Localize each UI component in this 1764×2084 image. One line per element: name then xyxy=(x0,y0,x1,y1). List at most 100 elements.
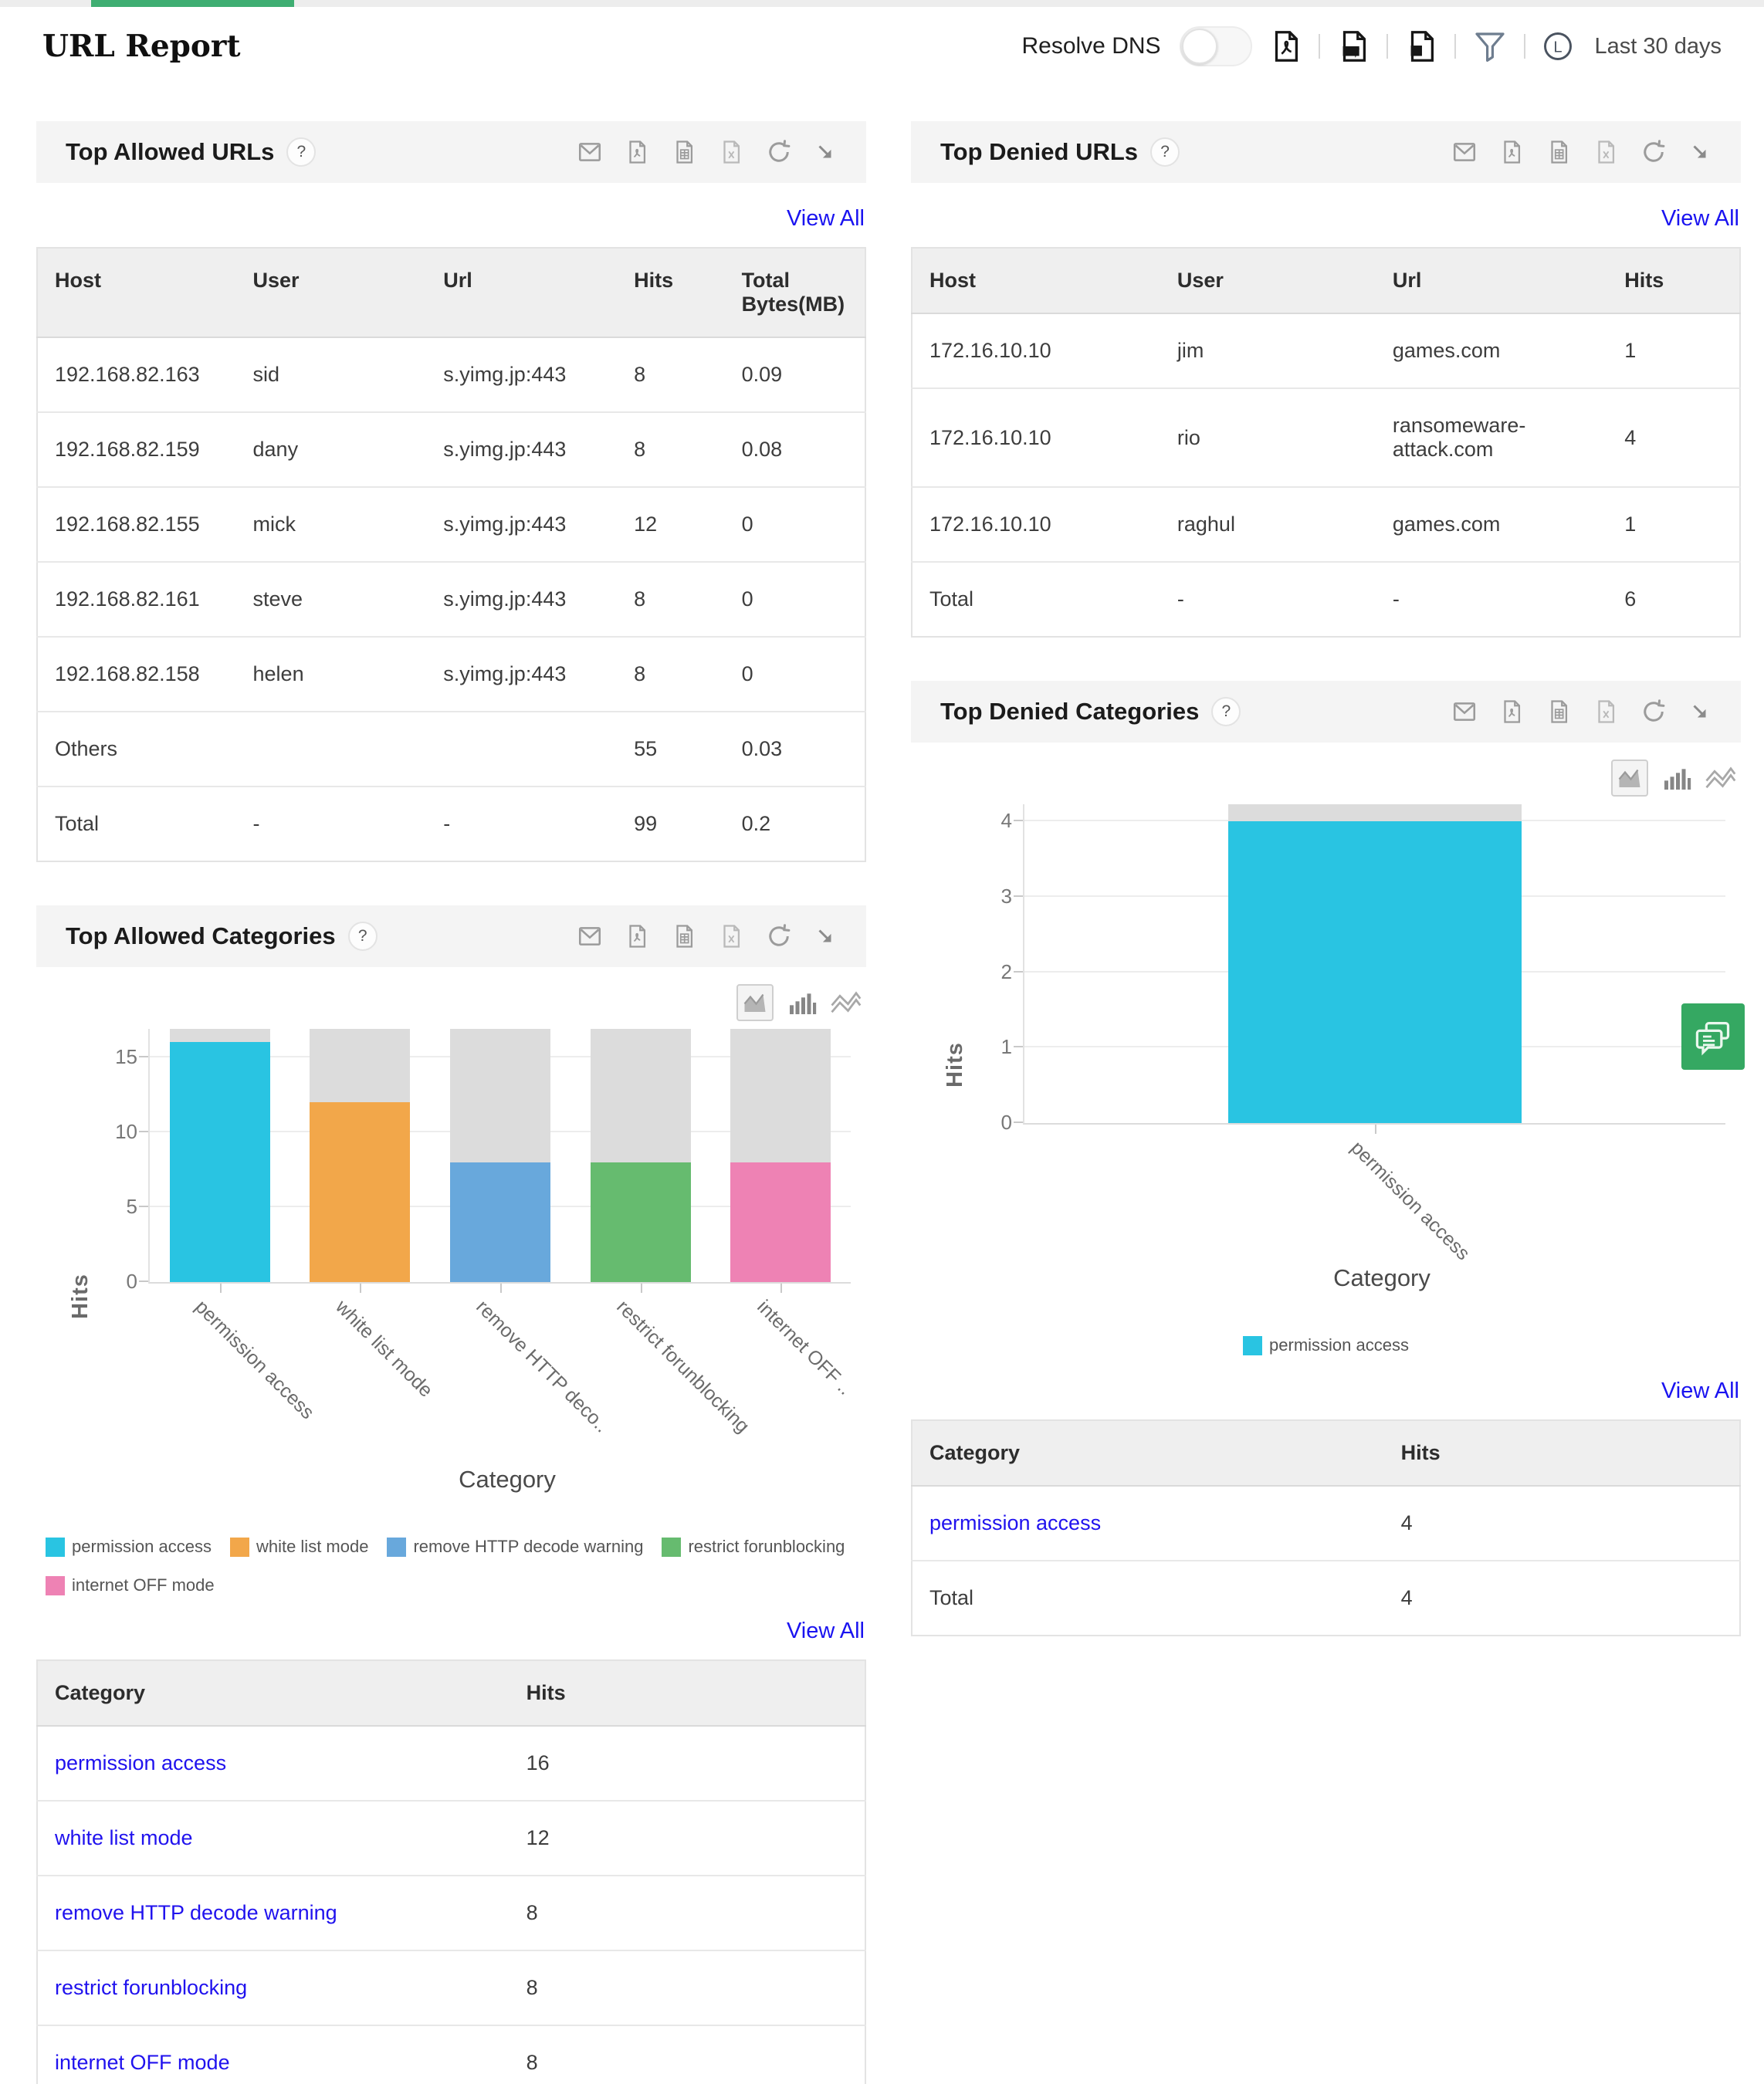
pdf-icon[interactable] xyxy=(1498,699,1525,725)
area-chart-icon[interactable] xyxy=(736,984,774,1021)
view-all-link[interactable]: View All xyxy=(36,1619,865,1644)
excel-icon[interactable] xyxy=(718,923,744,949)
x-axis-title: Category xyxy=(148,1466,866,1494)
help-icon[interactable]: ? xyxy=(1150,137,1180,167)
table-cell xyxy=(236,712,427,787)
pdf-icon[interactable] xyxy=(624,139,650,165)
panel-top-denied-urls: Top Denied URLs ? View All HostUserUrlHi… xyxy=(911,121,1741,638)
table-cell: 0.03 xyxy=(725,712,865,787)
y-tick-label: 1 xyxy=(980,1035,1012,1059)
legend-item[interactable]: permission access xyxy=(46,1537,212,1557)
allowed-categories-chart: Hits051015permission accesswhite list mo… xyxy=(36,1029,866,1595)
sheet-icon[interactable] xyxy=(1546,699,1572,725)
table-cell: games.com xyxy=(1376,487,1607,562)
category-link[interactable]: permission access xyxy=(55,1751,226,1774)
view-all-link[interactable]: View All xyxy=(911,1379,1739,1404)
table-cell: sid xyxy=(236,337,427,412)
legend-item[interactable]: permission access xyxy=(1243,1335,1409,1355)
view-all-link[interactable]: View All xyxy=(36,206,865,232)
filter-icon[interactable] xyxy=(1471,28,1508,65)
email-icon[interactable] xyxy=(1451,139,1478,165)
bar-permission-access[interactable] xyxy=(170,1042,270,1282)
refresh-icon[interactable] xyxy=(765,922,793,950)
column-header: Host xyxy=(37,248,236,337)
bar-internet-OFF-mode[interactable] xyxy=(730,1162,831,1282)
time-range-label[interactable]: Last 30 days xyxy=(1595,34,1722,59)
table-cell: 16 xyxy=(510,1726,865,1801)
table-cell: 8 xyxy=(617,562,724,637)
table-cell: 8 xyxy=(617,412,724,487)
table-cell: 12 xyxy=(510,1801,865,1876)
panel-action-icons xyxy=(577,138,837,166)
allowed-urls-table: HostUserUrlHitsTotal Bytes(MB)192.168.82… xyxy=(36,247,866,862)
bar-white-list-mode[interactable] xyxy=(310,1102,410,1282)
help-icon[interactable]: ? xyxy=(286,137,316,167)
table-row: permission access4 xyxy=(912,1486,1740,1561)
help-icon[interactable]: ? xyxy=(348,922,378,951)
expand-icon[interactable] xyxy=(1688,700,1712,723)
bar-restrict-forunblocking[interactable] xyxy=(591,1162,691,1282)
table-cell: raghul xyxy=(1160,487,1376,562)
excel-icon[interactable] xyxy=(718,139,744,165)
excel-icon[interactable] xyxy=(1593,699,1619,725)
export-excel-icon[interactable]: x xyxy=(1403,29,1439,64)
table-cell: 0 xyxy=(725,487,865,562)
y-tick-label: 4 xyxy=(980,809,1012,833)
refresh-icon[interactable] xyxy=(765,138,793,166)
sheet-icon[interactable] xyxy=(671,923,697,949)
category-link[interactable]: white list mode xyxy=(55,1826,193,1849)
category-link[interactable]: restrict forunblocking xyxy=(55,1976,247,1999)
email-icon[interactable] xyxy=(1451,699,1478,725)
excel-icon[interactable] xyxy=(1593,139,1619,165)
bar-chart-icon[interactable] xyxy=(786,987,817,1018)
x-tick-label: internet OFF .. xyxy=(752,1296,855,1399)
legend-item[interactable]: remove HTTP decode warning xyxy=(387,1537,643,1557)
denied-categories-table: CategoryHitspermission access4Total4 xyxy=(911,1419,1741,1636)
column-header: Total Bytes(MB) xyxy=(725,248,865,337)
bar-permission-access[interactable] xyxy=(1228,821,1522,1123)
category-link[interactable]: remove HTTP decode warning xyxy=(55,1901,337,1924)
line-chart-icon[interactable] xyxy=(1704,762,1736,794)
email-icon[interactable] xyxy=(577,139,603,165)
legend-item[interactable]: internet OFF mode xyxy=(46,1575,215,1595)
feedback-chat-button[interactable] xyxy=(1681,1003,1745,1070)
table-cell: 172.16.10.10 xyxy=(912,487,1160,562)
active-tab-indicator xyxy=(91,0,294,7)
denied-categories-chart: Hits01234permission accessCategorypermis… xyxy=(911,804,1741,1355)
schedule-clock-icon[interactable]: L xyxy=(1541,29,1575,63)
y-tick-label: 15 xyxy=(105,1045,137,1069)
refresh-icon[interactable] xyxy=(1640,698,1668,726)
table-cell: 0 xyxy=(725,562,865,637)
y-tick-label: 0 xyxy=(980,1111,1012,1135)
bar-chart-icon[interactable] xyxy=(1661,763,1691,793)
pdf-icon[interactable] xyxy=(1498,139,1525,165)
expand-icon[interactable] xyxy=(814,925,837,948)
bar-remove-HTTP-decode-warning[interactable] xyxy=(450,1162,550,1282)
category-link[interactable]: permission access xyxy=(929,1511,1101,1534)
resolve-dns-toggle[interactable] xyxy=(1180,26,1252,66)
export-pdf-icon[interactable] xyxy=(1268,29,1303,64)
help-icon[interactable]: ? xyxy=(1211,697,1241,726)
sheet-icon[interactable] xyxy=(1546,139,1572,165)
line-chart-icon[interactable] xyxy=(829,986,862,1019)
column-header: Hits xyxy=(1384,1420,1740,1486)
category-link[interactable]: internet OFF mode xyxy=(55,2051,230,2074)
export-csv-icon[interactable]: csv xyxy=(1336,29,1371,64)
area-chart-icon[interactable] xyxy=(1611,760,1648,797)
report-content: Top Allowed URLs ? View All HostUserUrlH… xyxy=(0,86,1764,2084)
table-cell: 55 xyxy=(617,712,724,787)
pdf-icon[interactable] xyxy=(624,923,650,949)
legend-item[interactable]: white list mode xyxy=(230,1537,369,1557)
view-all-link[interactable]: View All xyxy=(911,206,1739,232)
email-icon[interactable] xyxy=(577,923,603,949)
table-row: 192.168.82.158helens.yimg.jp:44380 xyxy=(37,637,865,712)
legend-swatch xyxy=(46,1538,65,1557)
panel-header: Top Denied Categories ? xyxy=(911,681,1741,743)
expand-icon[interactable] xyxy=(1688,140,1712,164)
refresh-icon[interactable] xyxy=(1640,138,1668,166)
sheet-icon[interactable] xyxy=(671,139,697,165)
expand-icon[interactable] xyxy=(814,140,837,164)
table-cell: 8 xyxy=(510,1876,865,1950)
table-header-row: CategoryHits xyxy=(912,1420,1740,1486)
legend-item[interactable]: restrict forunblocking xyxy=(662,1537,845,1557)
